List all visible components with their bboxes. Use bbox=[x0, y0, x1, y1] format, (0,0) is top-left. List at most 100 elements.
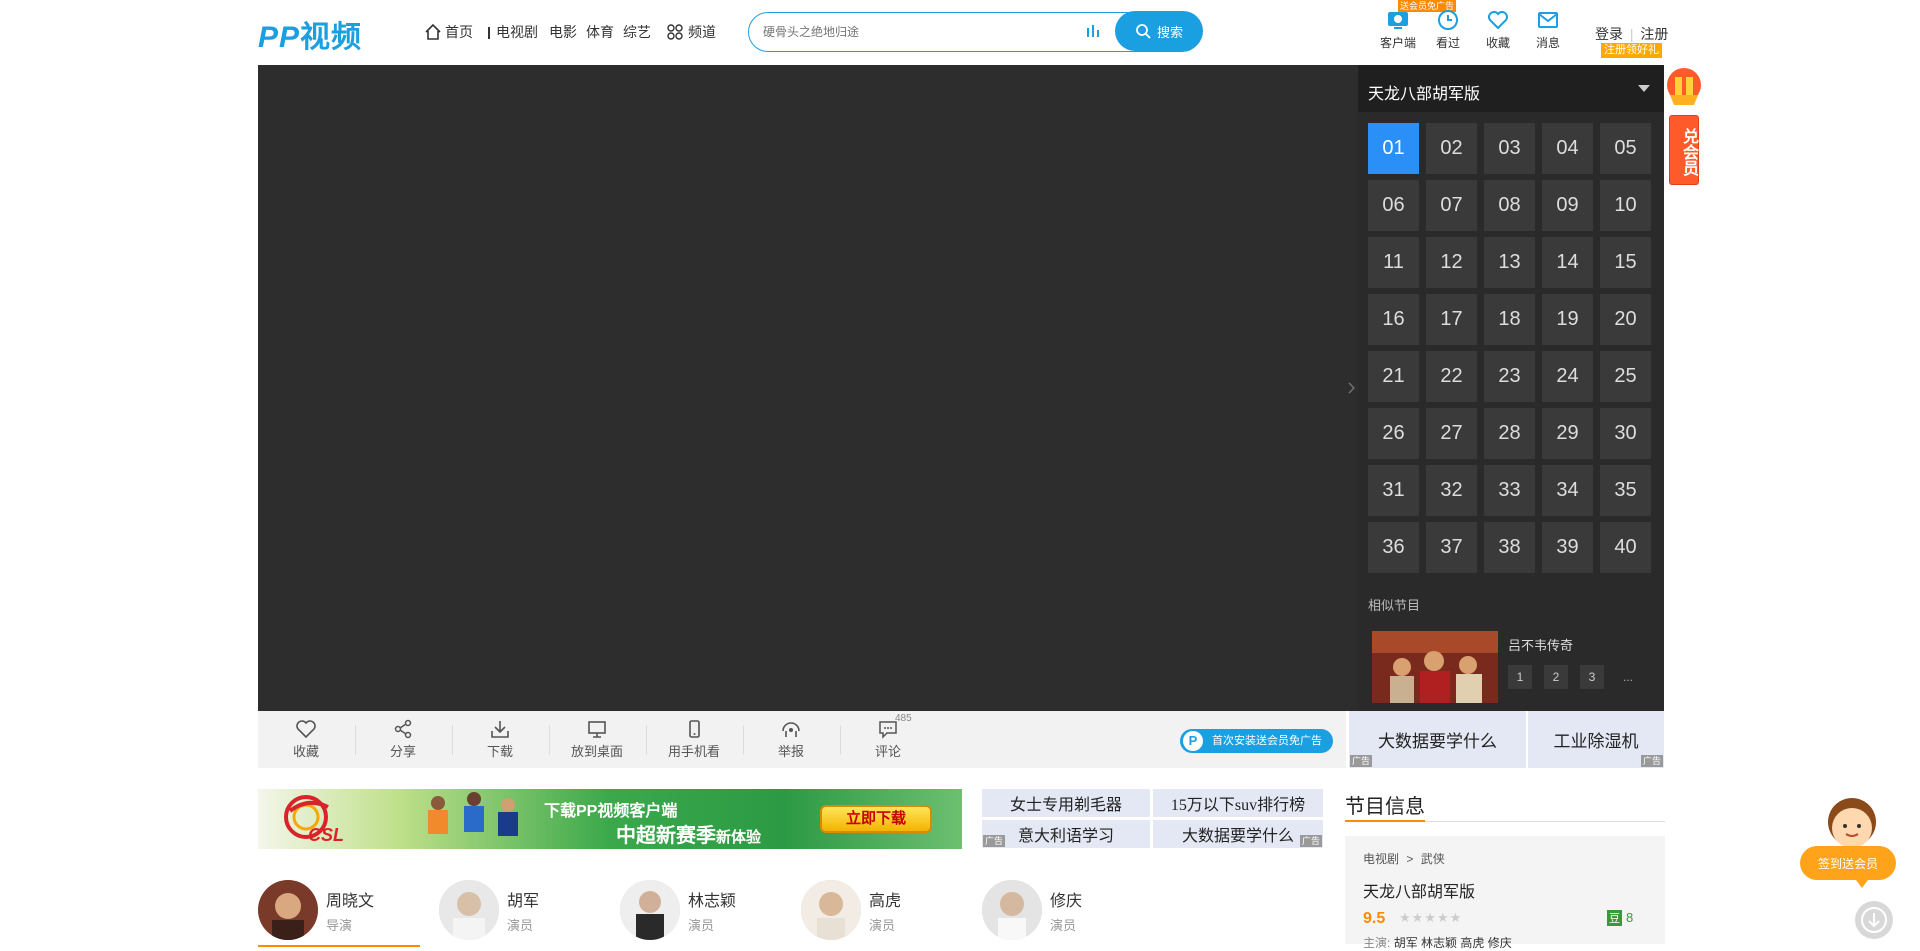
comment-button[interactable]: 评论 bbox=[843, 719, 933, 760]
episode-button[interactable]: 03 bbox=[1484, 123, 1535, 174]
episode-button[interactable]: 20 bbox=[1600, 294, 1651, 345]
download-float-button[interactable] bbox=[1855, 901, 1893, 939]
episode-button[interactable]: 18 bbox=[1484, 294, 1535, 345]
episode-button[interactable]: 24 bbox=[1542, 351, 1593, 402]
playlist-collapse-handle[interactable] bbox=[1346, 65, 1358, 711]
mobile-label: 用手机看 bbox=[667, 744, 720, 759]
download-button[interactable]: 下载 bbox=[455, 719, 545, 760]
episode-button[interactable]: 26 bbox=[1368, 408, 1419, 459]
nav-home[interactable]: 首页 bbox=[424, 22, 473, 42]
keyword-ad-1[interactable]: 女士专用剃毛器 bbox=[982, 789, 1150, 817]
voice-search-icon[interactable] bbox=[1084, 22, 1102, 40]
episode-button[interactable]: 36 bbox=[1368, 522, 1419, 573]
banner-download-button[interactable]: 立即下载 bbox=[820, 805, 932, 833]
episode-button[interactable]: 06 bbox=[1368, 180, 1419, 231]
register-promo-tag[interactable]: 注册领好礼 bbox=[1601, 43, 1662, 58]
login-link[interactable]: 登录 bbox=[1595, 26, 1623, 42]
episode-button[interactable]: 01 bbox=[1368, 123, 1419, 174]
episode-button[interactable]: 17 bbox=[1426, 294, 1477, 345]
episode-button[interactable]: 35 bbox=[1600, 465, 1651, 516]
episode-button[interactable]: 32 bbox=[1426, 465, 1477, 516]
video-player[interactable] bbox=[258, 65, 1346, 711]
episode-button[interactable]: 25 bbox=[1600, 351, 1651, 402]
history-button[interactable]: 看过 bbox=[1428, 8, 1468, 51]
episode-button[interactable]: 31 bbox=[1368, 465, 1419, 516]
signin-reward-button[interactable]: 签到送会员 bbox=[1800, 796, 1896, 890]
episode-button[interactable]: 28 bbox=[1484, 408, 1535, 459]
episode-button[interactable]: 29 bbox=[1542, 408, 1593, 459]
nav-channels-label: 频道 bbox=[688, 24, 716, 40]
mobile-button[interactable]: 用手机看 bbox=[649, 719, 739, 760]
episode-button[interactable]: 33 bbox=[1484, 465, 1535, 516]
client-button[interactable]: 客户端 bbox=[1376, 8, 1420, 51]
cast-names[interactable]: 胡军 林志颖 高虎 修庆 bbox=[1394, 936, 1512, 950]
toolbar-ad-2[interactable]: 工业除湿机 广告 bbox=[1528, 711, 1664, 768]
search-input[interactable] bbox=[763, 21, 1063, 43]
install-promo-button[interactable]: P 首次安装送会员免广告 bbox=[1180, 729, 1333, 753]
favorite-button[interactable]: 收藏 bbox=[261, 719, 351, 760]
episode-button[interactable]: 40 bbox=[1600, 522, 1651, 573]
breadcrumb-category[interactable]: 电视剧 bbox=[1363, 852, 1399, 866]
episode-button[interactable]: 12 bbox=[1426, 237, 1477, 288]
episode-button[interactable]: 30 bbox=[1600, 408, 1651, 459]
episode-button[interactable]: 10 bbox=[1600, 180, 1651, 231]
similar-show-name[interactable]: 吕不韦传奇 bbox=[1508, 635, 1573, 654]
episode-button[interactable]: 19 bbox=[1542, 294, 1593, 345]
favorites-button[interactable]: 收藏 bbox=[1478, 8, 1518, 51]
logo[interactable]: PP视频 bbox=[258, 12, 362, 56]
episode-button[interactable]: 05 bbox=[1600, 123, 1651, 174]
similar-episode-1[interactable]: 1 bbox=[1508, 665, 1532, 689]
similar-episode-more[interactable]: ... bbox=[1616, 665, 1640, 689]
episode-button[interactable]: 13 bbox=[1484, 237, 1535, 288]
playlist-header[interactable]: 天龙八部胡军版 bbox=[1358, 65, 1664, 112]
person-card[interactable]: 胡军 演员 bbox=[439, 880, 539, 940]
search-button[interactable]: 搜索 bbox=[1115, 11, 1203, 51]
pp-logo-icon: P bbox=[1183, 731, 1203, 751]
episode-button[interactable]: 27 bbox=[1426, 408, 1477, 459]
keyword-ad-2[interactable]: 15万以下suv排行榜 bbox=[1153, 789, 1323, 817]
episode-button[interactable]: 37 bbox=[1426, 522, 1477, 573]
nav-variety[interactable]: 综艺 bbox=[623, 22, 651, 42]
cast-line: 主演: 胡军 林志颖 高虎 修庆 bbox=[1363, 934, 1512, 951]
episode-button[interactable]: 08 bbox=[1484, 180, 1535, 231]
episode-button[interactable]: 15 bbox=[1600, 237, 1651, 288]
episode-button[interactable]: 07 bbox=[1426, 180, 1477, 231]
ad-tag: 广告 bbox=[1299, 835, 1322, 847]
person-card[interactable]: 周晓文 导演 bbox=[258, 880, 374, 940]
register-link[interactable]: 注册 bbox=[1640, 26, 1668, 42]
episode-button[interactable]: 11 bbox=[1368, 237, 1419, 288]
episode-button[interactable]: 04 bbox=[1542, 123, 1593, 174]
episode-button[interactable]: 39 bbox=[1542, 522, 1593, 573]
nav-channels[interactable]: 频道 bbox=[666, 22, 716, 42]
episode-button[interactable]: 21 bbox=[1368, 351, 1419, 402]
similar-show-thumbnail[interactable] bbox=[1372, 631, 1498, 703]
episode-button[interactable]: 16 bbox=[1368, 294, 1419, 345]
nav-movie[interactable]: 电影 bbox=[549, 22, 577, 42]
messages-button[interactable]: 消息 bbox=[1528, 8, 1568, 51]
episode-button[interactable]: 22 bbox=[1426, 351, 1477, 402]
rating-stars[interactable]: ★★★★★ bbox=[1399, 910, 1462, 926]
similar-episode-2[interactable]: 2 bbox=[1544, 665, 1568, 689]
episode-button[interactable]: 02 bbox=[1426, 123, 1477, 174]
desktop-button[interactable]: 放到桌面 bbox=[552, 719, 642, 760]
person-card[interactable]: 高虎 演员 bbox=[801, 880, 901, 940]
vip-redeem-badge[interactable]: 兑会员 bbox=[1666, 65, 1702, 187]
episode-button[interactable]: 23 bbox=[1484, 351, 1535, 402]
episode-button[interactable]: 38 bbox=[1484, 522, 1535, 573]
episode-button[interactable]: 34 bbox=[1542, 465, 1593, 516]
person-card[interactable]: 修庆 演员 bbox=[982, 880, 1082, 940]
download-client-banner[interactable]: CSL 下载PP视频客户端 中超新赛季新体验 立即下载 bbox=[258, 789, 962, 849]
episode-button[interactable]: 14 bbox=[1542, 237, 1593, 288]
share-button[interactable]: 分享 bbox=[358, 719, 448, 760]
toolbar-divider bbox=[743, 725, 744, 755]
nav-sports[interactable]: 体育 bbox=[586, 22, 614, 42]
keyword-ad-3[interactable]: 意大利语学习 广告 bbox=[982, 820, 1150, 848]
person-card[interactable]: 林志颖 演员 bbox=[620, 880, 736, 940]
toolbar-ad-1[interactable]: 大数据要学什么 广告 bbox=[1349, 711, 1526, 768]
episode-button[interactable]: 09 bbox=[1542, 180, 1593, 231]
breadcrumb-genre[interactable]: 武侠 bbox=[1421, 852, 1445, 866]
keyword-ad-4[interactable]: 大数据要学什么 广告 bbox=[1153, 820, 1323, 848]
report-button[interactable]: 举报 bbox=[746, 719, 836, 760]
similar-episode-3[interactable]: 3 bbox=[1580, 665, 1604, 689]
nav-tv[interactable]: 电视剧 bbox=[496, 22, 538, 42]
